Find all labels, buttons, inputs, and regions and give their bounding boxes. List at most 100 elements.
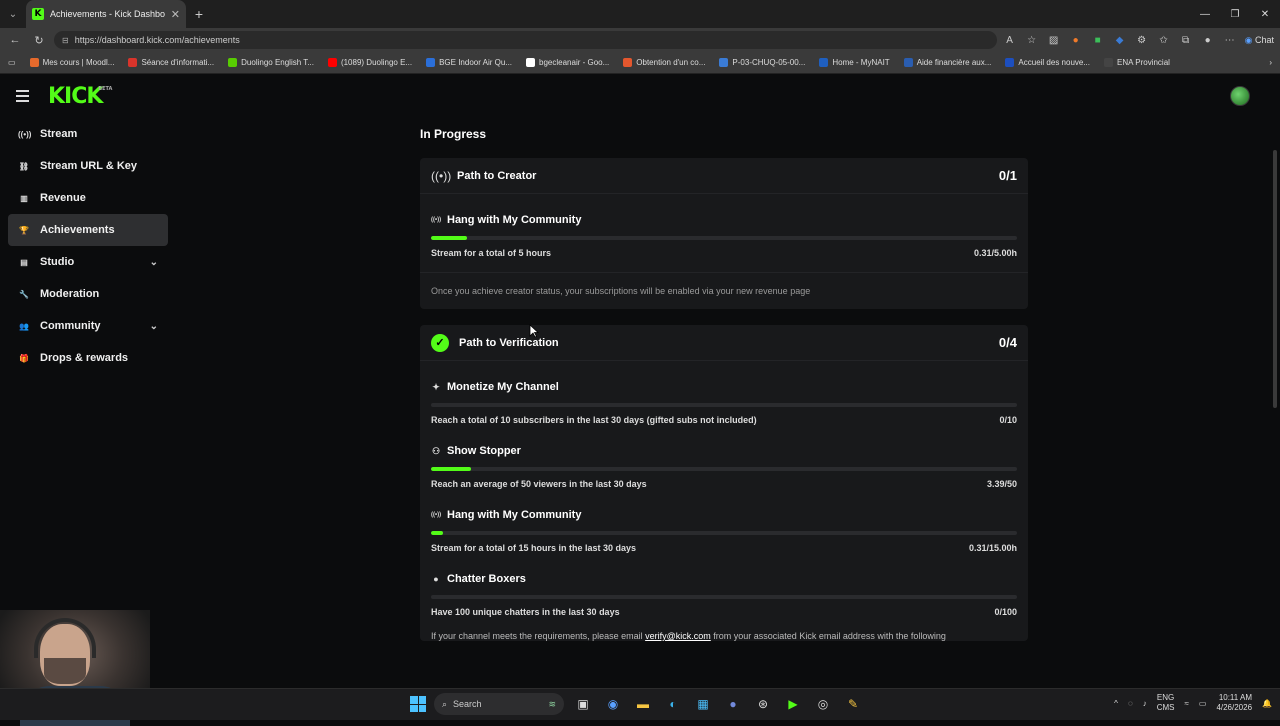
bookmark-item[interactable]: (1089) Duolingo E...: [327, 58, 412, 67]
bookmark-item[interactable]: P-03-CHUQ-05-00...: [719, 58, 805, 67]
favorite-star-icon[interactable]: ☆: [1025, 35, 1039, 46]
bookmark-item[interactable]: Mes cours | Moodl...: [29, 58, 114, 67]
sidebar-item-moderation[interactable]: 🔧 Moderation: [8, 278, 168, 310]
more-menu-icon[interactable]: ⋯: [1223, 35, 1237, 46]
steam-icon[interactable]: ⊛: [752, 693, 774, 715]
page-scrollbar[interactable]: [1273, 150, 1277, 408]
chevron-down-icon[interactable]: ⌄: [150, 321, 158, 332]
network-icon[interactable]: ◌: [1128, 699, 1133, 708]
tab-title: Achievements - Kick Dashboard: [50, 9, 165, 19]
bookmark-item[interactable]: Séance d'informati...: [128, 58, 214, 67]
site-info-icon[interactable]: ⊟: [62, 36, 69, 45]
headset-icon: [34, 618, 96, 658]
taskbar-apps: ⌕ Search ≋ ▣ ◉ ▬ ◐ ▦ ● ⊛ ▶ ◎ ✎: [410, 693, 864, 715]
close-window-icon[interactable]: ✕: [1250, 9, 1280, 20]
bookmark-favicon-icon: [228, 58, 238, 67]
obs-icon[interactable]: ◎: [812, 693, 834, 715]
hamburger-menu-icon[interactable]: [16, 90, 36, 102]
sidebar-item-label: Drops & rewards: [40, 352, 129, 364]
sidebar-item-stream[interactable]: ((•)) Stream: [8, 118, 168, 150]
bookmark-item[interactable]: bgecleanair - Goo...: [526, 58, 609, 67]
studio-icon: ▤: [20, 257, 28, 267]
bookmark-label: Home - MyNAIT: [832, 58, 890, 67]
url-input[interactable]: ⊟ https://dashboard.kick.com/achievement…: [54, 31, 997, 49]
taskbar-search[interactable]: ⌕ Search ≋: [434, 693, 564, 715]
chevron-down-icon[interactable]: ⌄: [150, 257, 158, 268]
sidebar-item-label: Achievements: [40, 224, 115, 236]
extension-icon[interactable]: ▨: [1047, 35, 1061, 46]
store-icon[interactable]: ▦: [692, 693, 714, 715]
maximize-icon[interactable]: ❐: [1220, 9, 1250, 20]
tab-close-icon[interactable]: ✕: [171, 8, 180, 21]
new-tab-button[interactable]: +: [186, 6, 212, 22]
achievement-title: Monetize My Channel: [447, 381, 559, 393]
bookmark-label: Obtention d'un co...: [636, 58, 706, 67]
favorites-icon[interactable]: ✩: [1157, 35, 1171, 46]
bookmark-item[interactable]: Accueil des nouve...: [1005, 58, 1090, 67]
kick-logo[interactable]: KICK BETA: [48, 84, 112, 109]
bookmark-favicon-icon: [903, 58, 913, 67]
extensions-puzzle-icon[interactable]: ⚙: [1135, 35, 1149, 46]
extension-orange-icon[interactable]: ●: [1069, 35, 1083, 46]
minimize-icon[interactable]: —: [1190, 9, 1220, 20]
bookmark-label: Accueil des nouve...: [1018, 58, 1091, 67]
user-avatar[interactable]: [1230, 86, 1250, 106]
path-to-verification-card: ✓ Path to Verification 0/4 ✦ Monetize My …: [420, 325, 1028, 641]
achievement-title-row: ((•)) Hang with My Community: [431, 210, 1017, 230]
bookmark-favicon-icon: [426, 58, 436, 67]
bookmark-item[interactable]: BGE Indoor Air Qu...: [426, 58, 512, 67]
windows-start-icon[interactable]: [410, 696, 426, 712]
search-icon: ⌕: [442, 698, 448, 709]
bookmark-item[interactable]: ENA Provincial: [1104, 58, 1170, 67]
task-view-icon[interactable]: ▣: [572, 693, 594, 715]
file-explorer-icon[interactable]: ▬: [632, 693, 654, 715]
bookmarks-menu-icon[interactable]: ▭: [8, 58, 16, 67]
wifi-icon[interactable]: ≈: [1184, 699, 1188, 708]
link-icon: ⛓: [18, 161, 30, 171]
extension-green-icon[interactable]: ■: [1091, 35, 1105, 46]
sidebar-item-stream-url-key[interactable]: ⛓ Stream URL & Key: [8, 150, 168, 182]
read-aloud-icon[interactable]: A: [1003, 35, 1017, 46]
achievements-main: In Progress ((•)) Path to Creator 0/1 ((…: [420, 118, 1028, 641]
sidebar-item-studio[interactable]: ▤ Studio ⌄: [8, 246, 168, 278]
card-count: 0/1: [998, 168, 1017, 183]
volume-icon[interactable]: ♪: [1143, 699, 1147, 708]
sidebar-item-revenue[interactable]: ▥ Revenue: [8, 182, 168, 214]
terminal-app-icon[interactable]: ▶: [782, 693, 804, 715]
browser-tab[interactable]: K Achievements - Kick Dashboard ✕: [26, 0, 186, 28]
copilot-chat-button[interactable]: ◉ Chat: [1245, 35, 1274, 46]
discord-icon[interactable]: ●: [722, 693, 744, 715]
back-icon[interactable]: ←: [6, 34, 24, 46]
tab-search-chevron-icon[interactable]: ⌄: [0, 0, 26, 28]
notes-app-icon[interactable]: ✎: [842, 693, 864, 715]
achievement-title-row: ⚇ Show Stopper: [431, 441, 1017, 461]
tray-chevron-icon[interactable]: ^: [1114, 699, 1118, 708]
address-bar-row: ← ↻ ⊟ https://dashboard.kick.com/achieve…: [0, 28, 1280, 52]
battery-icon[interactable]: ▭: [1199, 699, 1207, 708]
sidebar-item-community[interactable]: 👥 Community ⌄: [8, 310, 168, 342]
notification-bell-icon[interactable]: 🔔: [1262, 699, 1272, 708]
url-text: https://dashboard.kick.com/achievements: [74, 35, 240, 45]
section-title: In Progress: [420, 127, 487, 141]
chart-icon: ▥: [20, 193, 28, 203]
edge-browser-icon[interactable]: ◐: [662, 693, 684, 715]
sidebar-item-drops-rewards[interactable]: 🎁 Drops & rewards: [8, 342, 168, 374]
copilot-app-icon[interactable]: ◉: [602, 693, 624, 715]
clock[interactable]: 10:11 AM 4/26/2026: [1216, 693, 1252, 713]
bookmarks-overflow-icon[interactable]: ›: [1269, 58, 1272, 67]
bookmark-favicon-icon: [327, 58, 337, 67]
language-indicator[interactable]: ENG CMS: [1157, 693, 1175, 713]
logo-badge: BETA: [98, 85, 113, 92]
bookmark-label: bgecleanair - Goo...: [539, 58, 610, 67]
achievement-title: Show Stopper: [447, 445, 521, 457]
bookmark-item[interactable]: Home - MyNAIT: [819, 58, 890, 67]
bookmark-item[interactable]: Obtention d'un co...: [623, 58, 705, 67]
bookmark-item[interactable]: Duolingo English T...: [228, 58, 314, 67]
extension-blue-icon[interactable]: ◆: [1113, 35, 1127, 46]
verify-email-link[interactable]: verify@kick.com: [645, 631, 711, 641]
sidebar-item-achievements[interactable]: 🏆 Achievements: [8, 214, 168, 246]
bookmark-item[interactable]: Aide financière aux...: [903, 58, 991, 67]
profile-avatar-icon[interactable]: ●: [1201, 35, 1215, 46]
collections-icon[interactable]: ⧉: [1179, 35, 1193, 46]
reload-icon[interactable]: ↻: [30, 34, 48, 47]
